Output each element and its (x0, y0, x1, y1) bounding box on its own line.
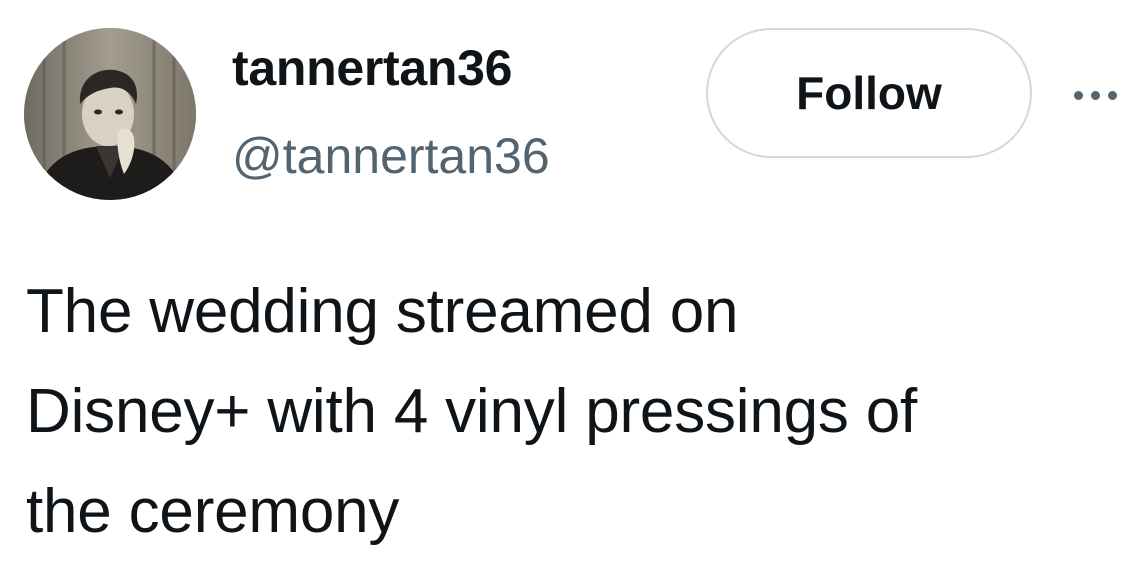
author-handle[interactable]: @tannertan36 (232, 126, 550, 186)
author-display-name[interactable]: tannertan36 (232, 38, 512, 98)
tweet-text: The wedding streamed on Disney+ with 4 v… (26, 277, 918, 546)
more-horizontal-icon (1074, 90, 1083, 100)
follow-button[interactable]: Follow (706, 28, 1032, 158)
profile-photo-icon (24, 28, 196, 200)
avatar[interactable] (24, 28, 196, 200)
more-horizontal-icon (1091, 90, 1100, 100)
more-options-button[interactable] (1074, 80, 1142, 110)
more-horizontal-icon (1108, 90, 1117, 100)
